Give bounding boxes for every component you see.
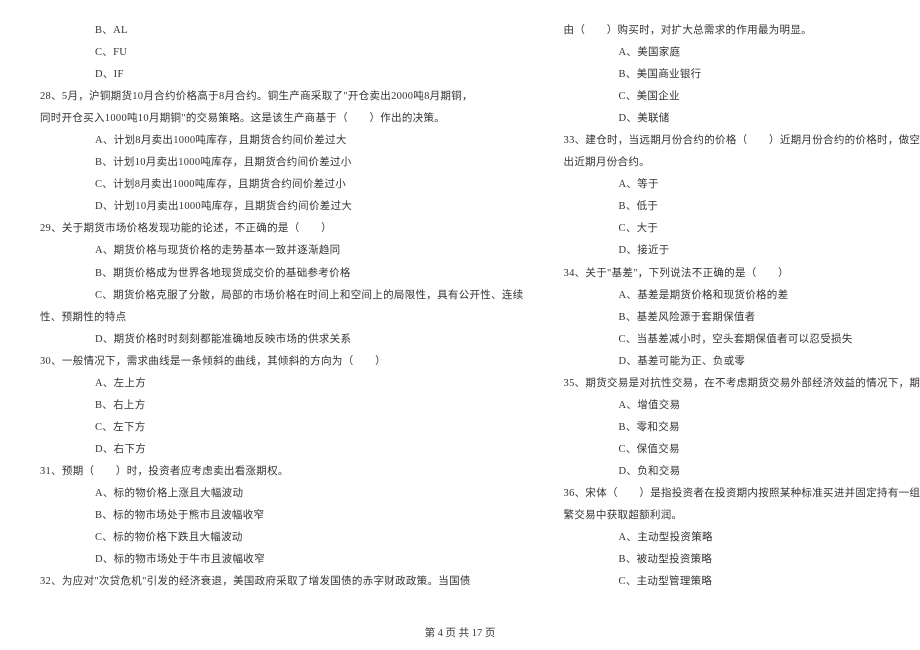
option: C、期货价格克服了分散，局部的市场价格在时间上和空间上的局限性，具有公开性、连续 — [40, 285, 524, 307]
option: C、保值交易 — [564, 439, 920, 461]
question-stem: 36、宋体（ ）是指投资者在投资期内按照某种标准买进并固定持有一组证券，而不是在… — [564, 483, 920, 505]
option: C、大于 — [564, 218, 920, 240]
question-stem-cont: 由（ ）购买时，对扩大总需求的作用最为明显。 — [564, 20, 920, 42]
option: B、右上方 — [40, 395, 524, 417]
question-stem: 32、为应对"次贷危机"引发的经济衰退，美国政府采取了增发国债的赤字财政政策。当… — [40, 571, 524, 593]
option: A、美国家庭 — [564, 42, 920, 64]
option: B、期货价格成为世界各地现货成交价的基础参考价格 — [40, 263, 524, 285]
question-stem: 29、关于期货市场价格发现功能的论述，不正确的是（ ） — [40, 218, 524, 240]
option: D、基差可能为正、负或零 — [564, 351, 920, 373]
left-column: B、AL C、FU D、IF 28、5月，沪铜期货10月合约价格高于8月合约。铜… — [40, 20, 544, 590]
option-cont: 性、预期性的特点 — [40, 307, 524, 329]
question-stem-cont: 同时开仓买入1000吨10月期铜"的交易策略。这是该生产商基于（ ）作出的决策。 — [40, 108, 524, 130]
option: A、左上方 — [40, 373, 524, 395]
option: A、标的物价格上涨且大幅波动 — [40, 483, 524, 505]
option: D、美联储 — [564, 108, 920, 130]
question-stem: 34、关于"基差"，下列说法不正确的是（ ） — [564, 263, 920, 285]
option: C、主动型管理策略 — [564, 571, 920, 593]
page-content: B、AL C、FU D、IF 28、5月，沪铜期货10月合约价格高于8月合约。铜… — [0, 0, 920, 620]
question-stem: 28、5月，沪铜期货10月合约价格高于8月合约。铜生产商采取了"开仓卖出2000… — [40, 86, 524, 108]
question-stem: 33、建仓时，当远期月份合约的价格（ ）近期月份合约的价格时，做空头的投机者应该… — [564, 130, 920, 152]
option: B、AL — [40, 20, 524, 42]
option: D、负和交易 — [564, 461, 920, 483]
question-stem-cont: 繁交易中获取超额利润。 — [564, 505, 920, 527]
question-stem-cont: 出近期月份合约。 — [564, 152, 920, 174]
option: C、标的物价格下跌且大幅波动 — [40, 527, 524, 549]
question-stem: 35、期货交易是对抗性交易，在不考虑期货交易外部经济效益的情况下，期货交易是（ … — [564, 373, 920, 395]
option: C、计划8月卖出1000吨库存，且期货合约间价差过小 — [40, 174, 524, 196]
option: B、美国商业银行 — [564, 64, 920, 86]
option: B、基差风险源于套期保值者 — [564, 307, 920, 329]
option: C、FU — [40, 42, 524, 64]
question-stem: 30、一般情况下，需求曲线是一条倾斜的曲线，其倾斜的方向为（ ） — [40, 351, 524, 373]
option: A、计划8月卖出1000吨库存，且期货合约间价差过大 — [40, 130, 524, 152]
option: D、右下方 — [40, 439, 524, 461]
option: D、接近于 — [564, 240, 920, 262]
option: D、计划10月卖出1000吨库存，且期货合约间价差过大 — [40, 196, 524, 218]
page-footer: 第 4 页 共 17 页 — [0, 625, 920, 640]
option: B、标的物市场处于熊市且波幅收窄 — [40, 505, 524, 527]
option: A、增值交易 — [564, 395, 920, 417]
option: B、被动型投资策略 — [564, 549, 920, 571]
option: B、计划10月卖出1000吨库存，且期货合约间价差过小 — [40, 152, 524, 174]
option: D、标的物市场处于牛市且波幅收窄 — [40, 549, 524, 571]
option: D、期货价格时时刻刻都能准确地反映市场的供求关系 — [40, 329, 524, 351]
option: C、当基差减小时，空头套期保值者可以忍受损失 — [564, 329, 920, 351]
option: B、零和交易 — [564, 417, 920, 439]
option: A、期货价格与现货价格的走势基本一致并逐渐趋同 — [40, 240, 524, 262]
right-column: 由（ ）购买时，对扩大总需求的作用最为明显。 A、美国家庭 B、美国商业银行 C… — [544, 20, 920, 590]
option: A、等于 — [564, 174, 920, 196]
option: C、左下方 — [40, 417, 524, 439]
option: C、美国企业 — [564, 86, 920, 108]
option: A、主动型投资策略 — [564, 527, 920, 549]
question-stem: 31、预期（ ）时，投资者应考虑卖出看涨期权。 — [40, 461, 524, 483]
option: D、IF — [40, 64, 524, 86]
option: A、基差是期货价格和现货价格的差 — [564, 285, 920, 307]
option: B、低于 — [564, 196, 920, 218]
